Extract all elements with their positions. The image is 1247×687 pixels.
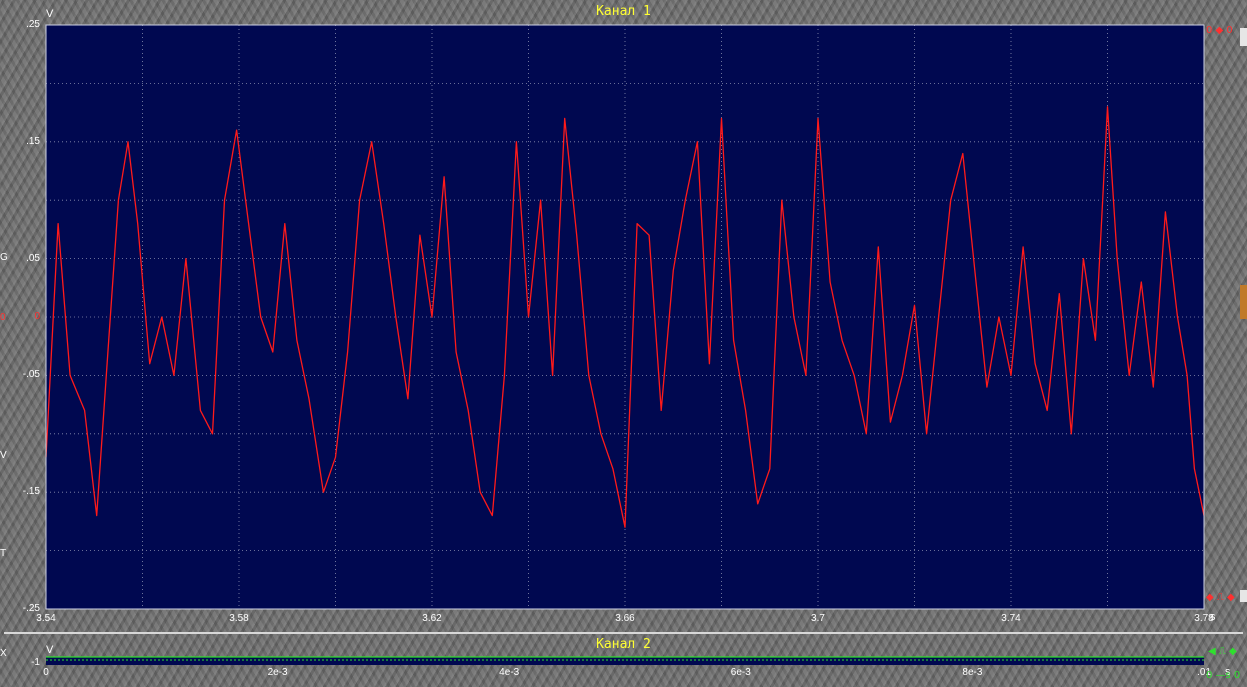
left-edge-letter: V [0, 450, 7, 461]
right-scroll-handle[interactable] [1240, 285, 1247, 319]
channel-2-x-tick-label: 8e-3 [962, 667, 983, 678]
channel-1-x-tick-label: 3.58 [229, 613, 249, 624]
channel-2-x-tick-label: 4e-3 [499, 667, 520, 678]
channel-2-plot-background [46, 657, 1204, 665]
channel-1-x-tick-label: 3.54 [36, 613, 56, 624]
channel-1-scale-indicator[interactable]: 0 ◆ 0 [1206, 25, 1233, 36]
right-edge-handle-bottom[interactable] [1240, 590, 1247, 602]
left-edge-letter: T [0, 548, 7, 559]
channel-1-x-tick-label: 3.66 [615, 613, 635, 624]
channel-1-trigger-indicator[interactable]: ◆ ⎍ ◆ [1206, 592, 1235, 603]
channel-2-y-tick-label: -1 [31, 657, 40, 668]
channel-1-x-tick-label: 3.78 [1194, 613, 1214, 624]
channel-1-y-tick-label: .25 [26, 19, 40, 30]
channel-2-x-tick-label: 0 [43, 667, 49, 678]
channel-2-scale-indicator[interactable]: ◀ ⎍ ◆ [1208, 646, 1237, 657]
left-edge-letter: G [0, 252, 8, 263]
channel-1-y-tick-label: -.05 [22, 369, 40, 381]
channel-2-trigger-indicator[interactable]: 0 —s 0 [1206, 670, 1240, 681]
channel-separator[interactable] [4, 632, 1243, 634]
channel-1-y-tick-label: -.15 [22, 486, 40, 498]
channel-1-plot[interactable] [45, 24, 1205, 610]
right-edge-handle-top[interactable] [1240, 28, 1247, 46]
channel-1-y-unit: V [46, 8, 54, 20]
left-edge-letter: 0 [0, 312, 6, 323]
channel-2-x-tick-label: 6e-3 [730, 667, 751, 678]
channel-2-title: Канал 2 [596, 637, 651, 652]
channel-1-x-tick-label: 3.74 [1001, 613, 1021, 624]
channel-1-title: Канал 1 [596, 4, 651, 19]
channel-1-y-tick-label: -.25 [22, 603, 40, 614]
channel-1-x-tick-label: 3.7 [811, 613, 825, 624]
channel-1-y-tick-label: .05 [26, 252, 40, 264]
channel-1-y-tick-label: .15 [26, 135, 40, 147]
channel-1-y-tick-label: 0 [34, 311, 40, 322]
channel-2-x-tick-label: 2e-3 [267, 667, 288, 678]
channel-1-x-tick-label: 3.62 [422, 613, 442, 624]
channel-2-y-unit: V [46, 644, 54, 656]
channel-2-plot[interactable] [46, 656, 1204, 665]
